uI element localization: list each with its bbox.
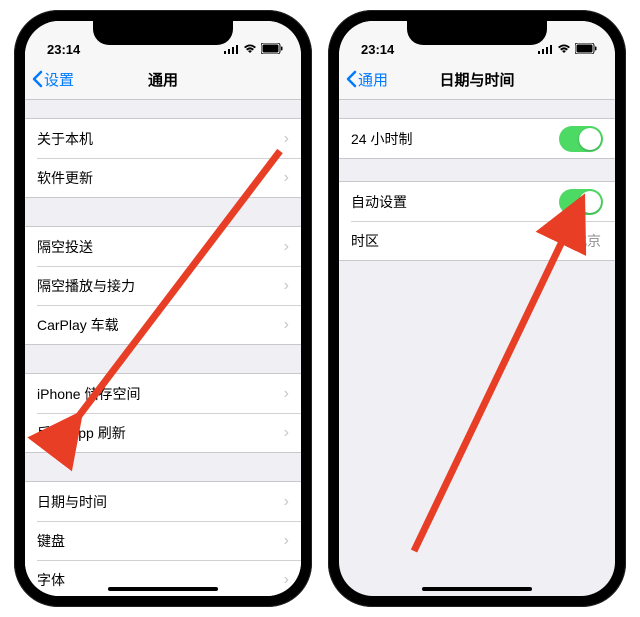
chevron-right-icon: › [284, 277, 289, 295]
row-label: 隔空投送 [37, 237, 284, 257]
group-datetime: 日期与时间› 键盘› 字体› 语言与地区› 词典› [25, 481, 301, 596]
back-label: 通用 [358, 69, 388, 90]
row-label: 日期与时间 [37, 492, 284, 512]
back-button[interactable]: 通用 [345, 69, 388, 90]
nav-bar: 通用 日期与时间 [339, 59, 615, 100]
row-date-time[interactable]: 日期与时间› [25, 482, 301, 521]
status-time: 23:14 [47, 42, 80, 57]
row-label: 24 小时制 [351, 129, 559, 149]
cellular-bars-icon [224, 42, 239, 57]
wifi-icon [243, 42, 257, 57]
row-background-refresh[interactable]: 后台 App 刷新› [25, 413, 301, 452]
row-label: 自动设置 [351, 192, 559, 212]
chevron-right-icon: › [284, 169, 289, 187]
chevron-right-icon: › [284, 532, 289, 550]
status-time: 23:14 [361, 42, 394, 57]
row-airplay[interactable]: 隔空播放与接力› [25, 266, 301, 305]
row-label: 关于本机 [37, 129, 284, 149]
phone-right: 23:14 通用 日期与时间 2 [328, 10, 626, 607]
chevron-right-icon: › [284, 316, 289, 334]
settings-list: 关于本机› 软件更新› 隔空投送› 隔空播放与接力› CarPlay 车载› i… [25, 100, 301, 596]
cellular-bars-icon [538, 42, 553, 57]
battery-icon [575, 42, 597, 57]
home-indicator [422, 587, 532, 591]
page-title: 日期与时间 [439, 69, 514, 90]
chevron-right-icon: › [284, 571, 289, 589]
chevron-right-icon: › [284, 385, 289, 403]
screen-right: 23:14 通用 日期与时间 2 [339, 21, 615, 596]
status-icons [538, 42, 597, 57]
chevron-left-icon [31, 70, 43, 88]
row-label: iPhone 储存空间 [37, 384, 284, 404]
status-icons [224, 42, 283, 57]
notch [407, 21, 547, 45]
row-airdrop[interactable]: 隔空投送› [25, 227, 301, 266]
row-storage[interactable]: iPhone 储存空间› [25, 374, 301, 413]
screen-left: 23:14 设置 通用 关于本机› 软 [25, 21, 301, 596]
row-software-update[interactable]: 软件更新› [25, 158, 301, 197]
group-storage: iPhone 储存空间› 后台 App 刷新› [25, 373, 301, 453]
chevron-right-icon: › [284, 493, 289, 511]
row-value: 北京 [573, 231, 601, 251]
row-label: CarPlay 车载 [37, 315, 284, 335]
group-24h: 24 小时制 [339, 118, 615, 159]
chevron-right-icon: › [284, 238, 289, 256]
settings-list: 24 小时制 自动设置 时区 北京 [339, 100, 615, 261]
row-auto-set: 自动设置 [339, 182, 615, 221]
notch [93, 21, 233, 45]
chevron-right-icon: › [284, 130, 289, 148]
wifi-icon [557, 42, 571, 57]
group-airdrop: 隔空投送› 隔空播放与接力› CarPlay 车载› [25, 226, 301, 345]
row-about[interactable]: 关于本机› [25, 119, 301, 158]
page-title: 通用 [148, 69, 178, 90]
chevron-left-icon [345, 70, 357, 88]
row-24hour: 24 小时制 [339, 119, 615, 158]
nav-bar: 设置 通用 [25, 59, 301, 100]
row-label: 后台 App 刷新 [37, 423, 284, 443]
row-label: 时区 [351, 231, 573, 251]
row-keyboard[interactable]: 键盘› [25, 521, 301, 560]
back-label: 设置 [44, 69, 74, 90]
row-label: 软件更新 [37, 168, 284, 188]
row-label: 键盘 [37, 531, 284, 551]
row-timezone[interactable]: 时区 北京 [339, 221, 615, 260]
chevron-right-icon: › [284, 424, 289, 442]
home-indicator [108, 587, 218, 591]
toggle-24hour[interactable] [559, 126, 603, 152]
back-button[interactable]: 设置 [31, 69, 74, 90]
row-carplay[interactable]: CarPlay 车载› [25, 305, 301, 344]
battery-icon [261, 42, 283, 57]
group-about: 关于本机› 软件更新› [25, 118, 301, 198]
row-label: 隔空播放与接力 [37, 276, 284, 296]
toggle-auto-set[interactable] [559, 189, 603, 215]
phone-left: 23:14 设置 通用 关于本机› 软 [14, 10, 312, 607]
group-auto: 自动设置 时区 北京 [339, 181, 615, 261]
